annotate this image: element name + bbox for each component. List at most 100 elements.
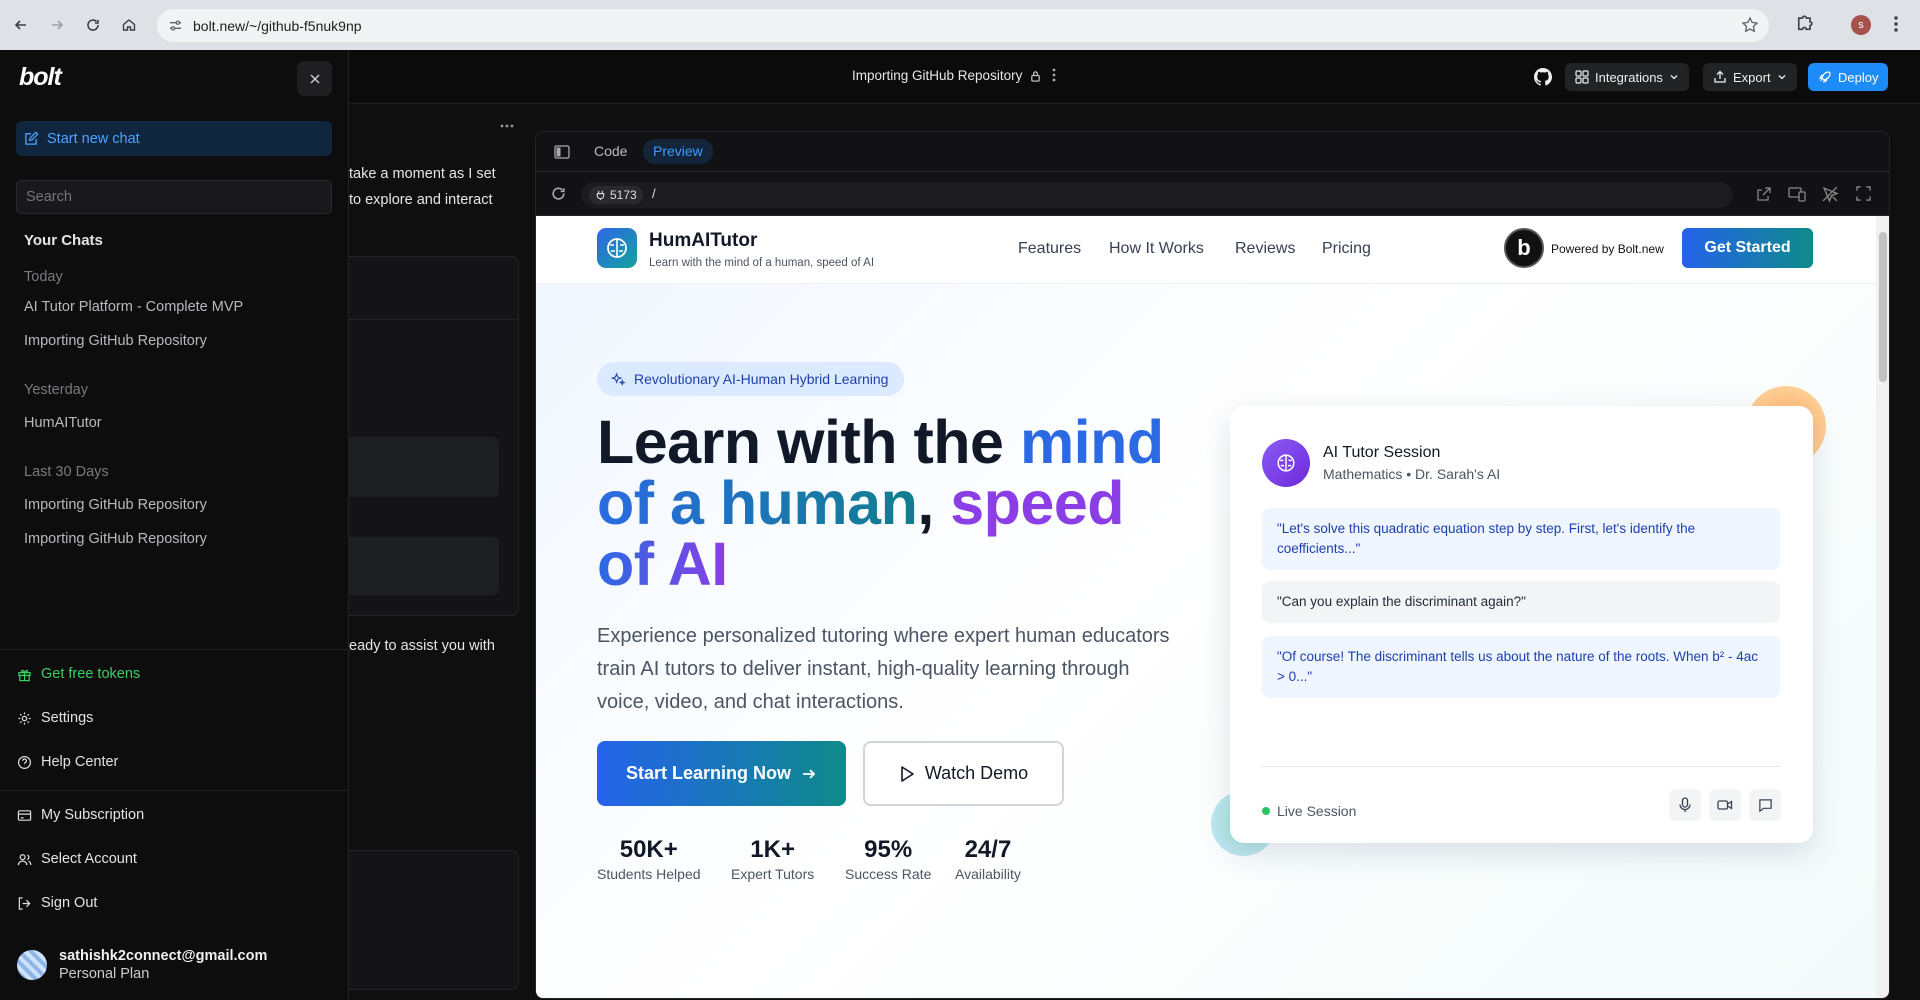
open-in-new-tab-icon[interactable] bbox=[1756, 186, 1772, 202]
start-learning-button[interactable]: Start Learning Now bbox=[597, 741, 846, 806]
preview-scrollbar[interactable] bbox=[1876, 216, 1889, 998]
port-badge[interactable]: 5173 bbox=[589, 186, 643, 204]
hero-text-mind: mind bbox=[1019, 408, 1164, 476]
export-button[interactable]: Export bbox=[1703, 63, 1797, 91]
new-chat-label: Start new chat bbox=[47, 130, 140, 147]
back-icon[interactable] bbox=[8, 12, 34, 38]
stat-label: Success Rate bbox=[845, 866, 932, 882]
chat-message-line: take a moment as I set bbox=[349, 166, 496, 182]
integrations-label: Integrations bbox=[1595, 69, 1663, 85]
integrations-button[interactable]: Integrations bbox=[1565, 63, 1689, 91]
chat-history-item[interactable]: Importing GitHub Repository bbox=[24, 531, 207, 547]
preview-reload-icon[interactable] bbox=[550, 185, 567, 202]
users-icon bbox=[17, 852, 32, 867]
hero-subtitle: Experience personalized tutoring where e… bbox=[597, 625, 1170, 713]
chat-icon[interactable] bbox=[1749, 789, 1781, 821]
divider bbox=[0, 790, 349, 791]
nav-link-reviews[interactable]: Reviews bbox=[1235, 240, 1295, 258]
project-menu-icon[interactable] bbox=[1052, 68, 1056, 82]
nav-link-features[interactable]: Features bbox=[1018, 240, 1081, 258]
stat-label: Students Helped bbox=[597, 866, 701, 882]
bolt-badge-logo[interactable]: b bbox=[1504, 228, 1544, 268]
site-brand[interactable]: HumAITutor bbox=[649, 230, 757, 252]
project-title[interactable]: Importing GitHub Repository bbox=[852, 68, 1041, 83]
site-settings-icon[interactable] bbox=[168, 18, 183, 33]
home-icon[interactable] bbox=[116, 12, 142, 38]
watch-demo-button[interactable]: Watch Demo bbox=[863, 741, 1064, 806]
start-new-chat-button[interactable]: Start new chat bbox=[16, 121, 332, 156]
plug-icon bbox=[595, 190, 606, 201]
my-subscription-button[interactable]: My Subscription bbox=[17, 807, 144, 823]
start-learning-label: Start Learning Now bbox=[625, 763, 791, 783]
chat-action-item[interactable] bbox=[341, 437, 499, 497]
chat-history-item[interactable]: AI Tutor Platform - Complete MVP bbox=[24, 299, 243, 315]
get-free-tokens-button[interactable]: Get free tokens bbox=[17, 666, 140, 682]
hero-heading: Learn with the mind of a human, speed of A… bbox=[597, 412, 1197, 595]
stat-label: Expert Tutors bbox=[731, 866, 815, 882]
fullscreen-icon[interactable] bbox=[1856, 186, 1871, 201]
chat-action-item[interactable] bbox=[341, 537, 499, 595]
profile-avatar[interactable]: s bbox=[1851, 15, 1871, 35]
brain-logo-icon[interactable] bbox=[597, 228, 637, 268]
preview-frame: HumAITutor Learn with the mind of a huma… bbox=[536, 216, 1876, 998]
deploy-label: Deploy bbox=[1838, 69, 1879, 85]
close-icon bbox=[309, 73, 321, 85]
reload-icon[interactable] bbox=[80, 12, 106, 38]
sidebar-toggle-icon[interactable] bbox=[554, 145, 570, 159]
stat-value: 50K+ bbox=[619, 836, 678, 863]
scrollbar-thumb[interactable] bbox=[1879, 232, 1887, 382]
close-sidebar-button[interactable] bbox=[297, 61, 332, 96]
select-account-button[interactable]: Select Account bbox=[17, 851, 137, 867]
chat-history-item[interactable]: HumAITutor bbox=[24, 415, 102, 431]
user-avatar bbox=[17, 950, 47, 980]
hero-text-speed: speed bbox=[950, 469, 1125, 537]
help-center-button[interactable]: Help Center bbox=[17, 754, 118, 770]
github-icon[interactable] bbox=[1534, 68, 1552, 86]
chat-group-label: Yesterday bbox=[24, 382, 88, 398]
chevron-down-icon bbox=[1669, 72, 1679, 82]
bolt-logo[interactable]: bolt bbox=[19, 63, 62, 92]
chat-history-item[interactable]: Importing GitHub Repository bbox=[24, 333, 207, 349]
live-session-text: Live Session bbox=[1277, 803, 1357, 819]
user-account[interactable]: sathishk2connect@gmail.com Personal Plan bbox=[17, 948, 267, 982]
nav-link-how-it-works[interactable]: How It Works bbox=[1109, 240, 1204, 258]
integrations-icon bbox=[1575, 70, 1589, 84]
preview-url-field[interactable]: 5173 / bbox=[581, 182, 1733, 208]
url-text[interactable]: bolt.new/~/github-f5nuk9np bbox=[193, 18, 362, 34]
deploy-button[interactable]: Deploy bbox=[1808, 63, 1889, 91]
live-session-status: Live Session bbox=[1262, 803, 1356, 819]
tab-preview[interactable]: Preview bbox=[643, 139, 713, 164]
tab-code[interactable]: Code bbox=[584, 139, 637, 164]
browser-menu-icon[interactable] bbox=[1893, 14, 1899, 34]
chat-options-icon[interactable] bbox=[500, 124, 514, 128]
workbench-tabs: Code Preview bbox=[536, 132, 1889, 172]
new-chat-icon bbox=[24, 131, 39, 146]
sign-out-icon bbox=[17, 896, 32, 911]
video-icon[interactable] bbox=[1709, 789, 1741, 821]
extensions-icon[interactable] bbox=[1795, 13, 1815, 33]
forward-icon[interactable] bbox=[44, 12, 70, 38]
tutor-session-card: AI Tutor Session Mathematics • Dr. Sarah… bbox=[1230, 406, 1813, 843]
chat-history-item[interactable]: Importing GitHub Repository bbox=[24, 497, 207, 513]
project-title-text: Importing GitHub Repository bbox=[852, 68, 1023, 83]
chat-message-line: eady to assist you with bbox=[349, 638, 495, 654]
bookmark-star-icon[interactable] bbox=[1741, 16, 1759, 34]
settings-button[interactable]: Settings bbox=[17, 710, 93, 726]
address-bar[interactable]: bolt.new/~/github-f5nuk9np bbox=[157, 9, 1769, 42]
preview-path[interactable]: / bbox=[652, 186, 656, 201]
inspector-icon[interactable] bbox=[1822, 186, 1839, 203]
hero-badge: Revolutionary AI-Human Hybrid Learning bbox=[597, 362, 905, 396]
chat-search-input[interactable] bbox=[16, 180, 332, 214]
get-started-button[interactable]: Get Started bbox=[1682, 228, 1813, 268]
sign-out-button[interactable]: Sign Out bbox=[17, 895, 97, 911]
nav-link-pricing[interactable]: Pricing bbox=[1322, 240, 1371, 258]
stat-availability: 24/7 Availability bbox=[955, 836, 1021, 882]
microphone-icon[interactable] bbox=[1669, 789, 1701, 821]
device-preview-icon[interactable] bbox=[1788, 186, 1806, 202]
divider bbox=[0, 649, 349, 650]
powered-by-text[interactable]: Powered by Bolt.new bbox=[1551, 242, 1664, 256]
site-tagline: Learn with the mind of a human, speed of… bbox=[649, 257, 875, 269]
chevron-down-icon bbox=[1777, 72, 1787, 82]
stat-value: 1K+ bbox=[750, 836, 795, 863]
lock-icon bbox=[1030, 70, 1041, 82]
